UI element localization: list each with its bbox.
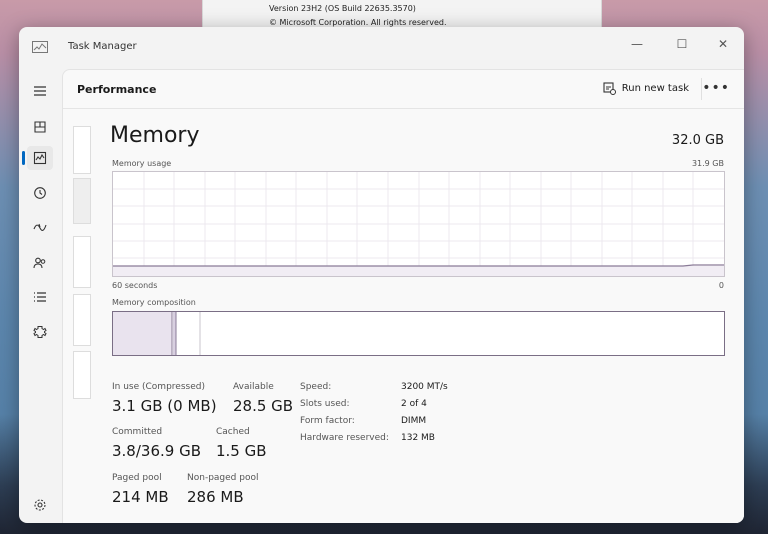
in-use-value: 3.1 GB (0 MB): [112, 397, 217, 415]
performance-content: Performance Run new task ••• Memory 32.0…: [62, 69, 744, 523]
speed-label: Speed:: [300, 382, 332, 392]
mini-panel-ethernet[interactable]: [73, 294, 91, 346]
speed-value: 3200 MT/s: [401, 382, 448, 392]
window-title: Task Manager: [68, 41, 137, 52]
memory-usage-area: [113, 266, 724, 276]
task-manager-window: Task Manager — ☐ ✕ Performance Run new t…: [19, 27, 744, 523]
sidebar-item-processes[interactable]: [27, 115, 53, 139]
mini-panel-disk[interactable]: [73, 236, 91, 288]
sidebar-item-performance[interactable]: [27, 146, 53, 170]
more-options-button[interactable]: •••: [702, 80, 730, 96]
memory-title: Memory: [110, 123, 200, 148]
paged-pool-value: 214 MB: [112, 488, 169, 506]
memory-composition-graph: [113, 312, 201, 355]
hardware-reserved-label: Hardware reserved:: [300, 433, 389, 443]
memory-usage-label: Memory usage: [112, 159, 172, 168]
cached-value: 1.5 GB: [216, 442, 267, 460]
cached-label: Cached: [216, 427, 250, 437]
memory-total: 32.0 GB: [671, 133, 724, 148]
time-axis-right: 0: [718, 281, 724, 290]
task-manager-app-icon: [32, 41, 48, 53]
title-bar[interactable]: Task Manager — ☐ ✕: [19, 27, 744, 65]
mini-panel-gpu[interactable]: [73, 351, 91, 399]
form-factor-label: Form factor:: [300, 416, 355, 426]
sidebar-item-settings[interactable]: [27, 493, 53, 517]
run-task-icon: [603, 82, 616, 95]
active-indicator: [22, 151, 25, 165]
resource-list: [73, 126, 91, 401]
paged-pool-label: Paged pool: [112, 473, 162, 483]
hamburger-icon: [34, 86, 46, 96]
in-use-label: In use (Compressed): [112, 382, 205, 392]
mini-panel-memory[interactable]: [73, 178, 91, 224]
memory-usage-graph: [112, 171, 725, 277]
available-value: 28.5 GB: [233, 397, 294, 415]
users-icon: [33, 257, 46, 269]
slots-used-value: 2 of 4: [401, 399, 427, 409]
hamburger-menu-button[interactable]: [27, 79, 53, 103]
startup-icon: [33, 223, 47, 231]
memory-composition-bar: [112, 311, 725, 356]
minimize-button[interactable]: —: [625, 33, 649, 55]
non-paged-pool-value: 286 MB: [187, 488, 244, 506]
processes-icon: [34, 121, 46, 133]
mini-panel-cpu[interactable]: [73, 126, 91, 174]
slots-used-label: Slots used:: [300, 399, 350, 409]
form-factor-value: DIMM: [401, 416, 427, 426]
services-icon: [33, 326, 47, 338]
time-axis-left: 60 seconds: [112, 281, 158, 290]
composition-in-use: [113, 312, 172, 355]
non-paged-pool-label: Non-paged pool: [187, 473, 259, 483]
performance-icon: [33, 151, 47, 165]
available-label: Available: [233, 382, 274, 392]
details-icon: [34, 292, 46, 302]
run-new-task-button[interactable]: Run new task: [603, 82, 689, 95]
copyright-text: © Microsoft Corporation. All rights rese…: [269, 18, 447, 27]
maximize-button[interactable]: ☐: [670, 33, 694, 55]
hardware-reserved-value: 132 MB: [401, 433, 435, 443]
gear-icon: [34, 499, 46, 511]
memory-composition-label: Memory composition: [112, 298, 196, 307]
run-new-task-label: Run new task: [621, 83, 689, 94]
memory-usage-max: 31.9 GB: [691, 159, 724, 168]
sidebar-nav: [19, 65, 61, 523]
version-text: Version 23H2 (OS Build 22635.3570): [269, 4, 416, 13]
sidebar-item-app-history[interactable]: [27, 181, 53, 205]
sidebar-item-users[interactable]: [27, 251, 53, 275]
history-icon: [34, 187, 46, 199]
committed-label: Committed: [112, 427, 163, 437]
memory-usage-grid: [113, 172, 724, 276]
content-header: Performance Run new task •••: [63, 70, 744, 109]
committed-value: 3.8/36.9 GB: [112, 442, 201, 460]
sidebar-item-services[interactable]: [27, 320, 53, 344]
page-title: Performance: [77, 83, 157, 96]
close-button[interactable]: ✕: [711, 33, 735, 55]
sidebar-item-startup-apps[interactable]: [27, 215, 53, 239]
sidebar-item-details[interactable]: [27, 285, 53, 309]
